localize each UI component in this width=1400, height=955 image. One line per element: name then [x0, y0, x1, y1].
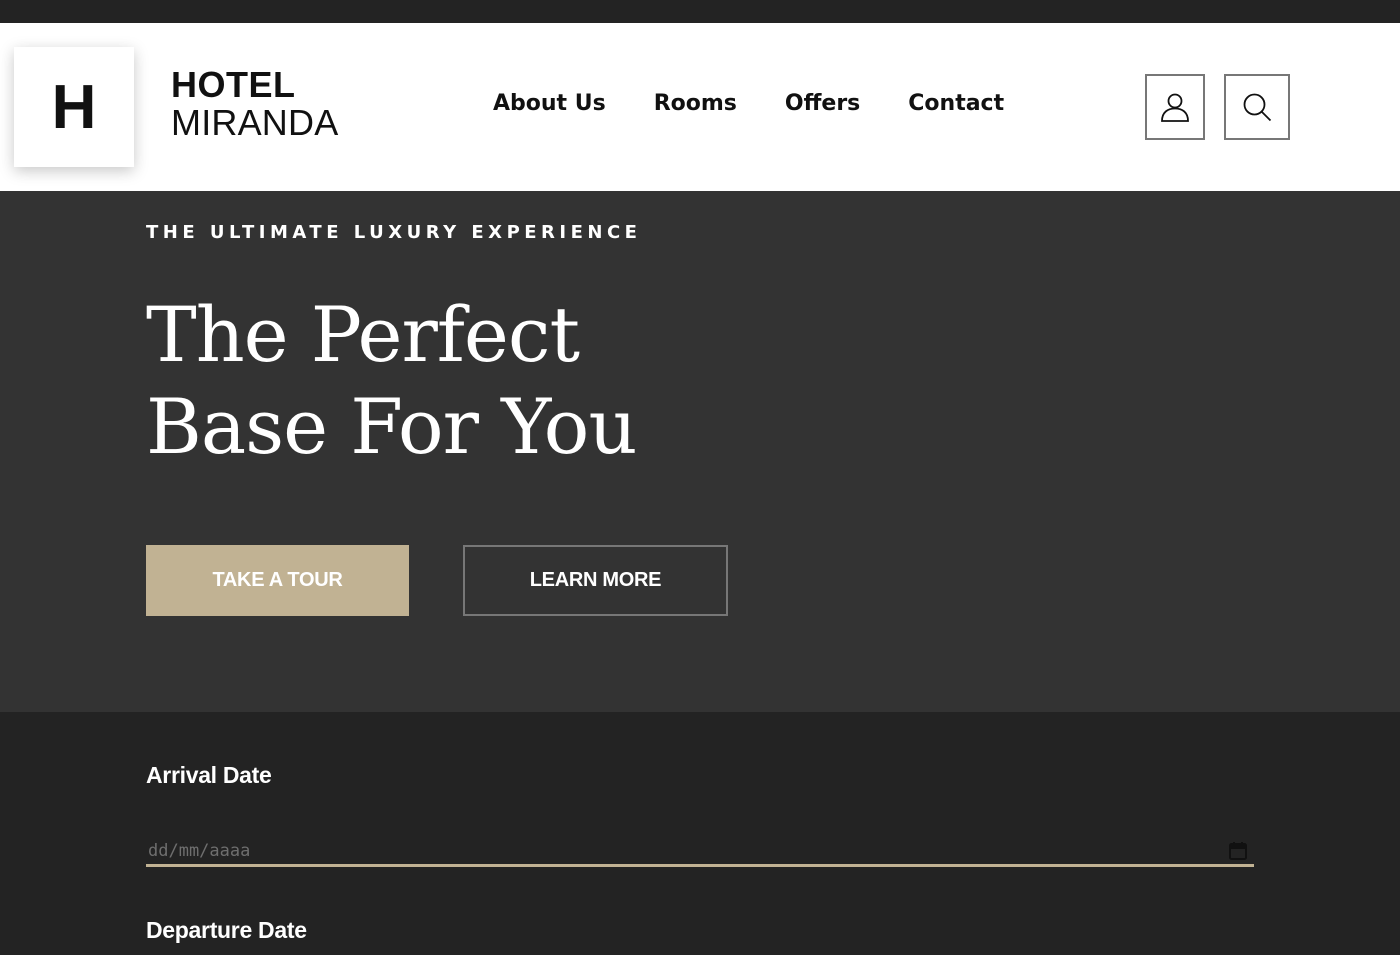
hero-headline-line2: Base For You — [146, 382, 637, 471]
arrival-date-input[interactable]: dd/mm/aaaa — [146, 838, 1254, 867]
nav-offers[interactable]: Offers — [785, 91, 860, 116]
arrival-date-placeholder: dd/mm/aaaa — [148, 841, 251, 861]
brand-name[interactable]: HOTEL MIRANDA — [171, 66, 338, 142]
hero-headline-line1: The Perfect — [146, 290, 580, 379]
top-bar — [0, 0, 1400, 23]
nav-about-us[interactable]: About Us — [493, 91, 606, 116]
logo[interactable]: H — [14, 47, 134, 167]
main-nav: About Us Rooms Offers Contact — [493, 91, 1004, 116]
brand-line-miranda: MIRANDA — [171, 102, 339, 143]
hero-headline: The Perfect Base For You — [146, 289, 637, 473]
nav-rooms[interactable]: Rooms — [654, 91, 737, 116]
learn-more-button[interactable]: LEARN MORE — [463, 545, 728, 616]
user-icon — [1161, 93, 1189, 122]
search-button[interactable] — [1224, 74, 1290, 140]
arrival-date-label: Arrival Date — [146, 762, 272, 788]
take-a-tour-button[interactable]: TAKE A TOUR — [146, 545, 409, 616]
brand-line-hotel: HOTEL — [171, 64, 296, 105]
hero-eyebrow: THE ULTIMATE LUXURY EXPERIENCE — [146, 222, 642, 243]
site-header: H HOTEL MIRANDA About Us Rooms Offers Co… — [0, 23, 1400, 191]
calendar-icon[interactable] — [1228, 841, 1248, 861]
booking-form: Arrival Date dd/mm/aaaa Departure Date — [0, 712, 1400, 955]
account-button[interactable] — [1145, 74, 1205, 140]
search-icon — [1243, 93, 1272, 122]
nav-contact[interactable]: Contact — [908, 91, 1004, 116]
hero-section: THE ULTIMATE LUXURY EXPERIENCE The Perfe… — [0, 191, 1400, 712]
departure-date-label: Departure Date — [146, 917, 307, 943]
